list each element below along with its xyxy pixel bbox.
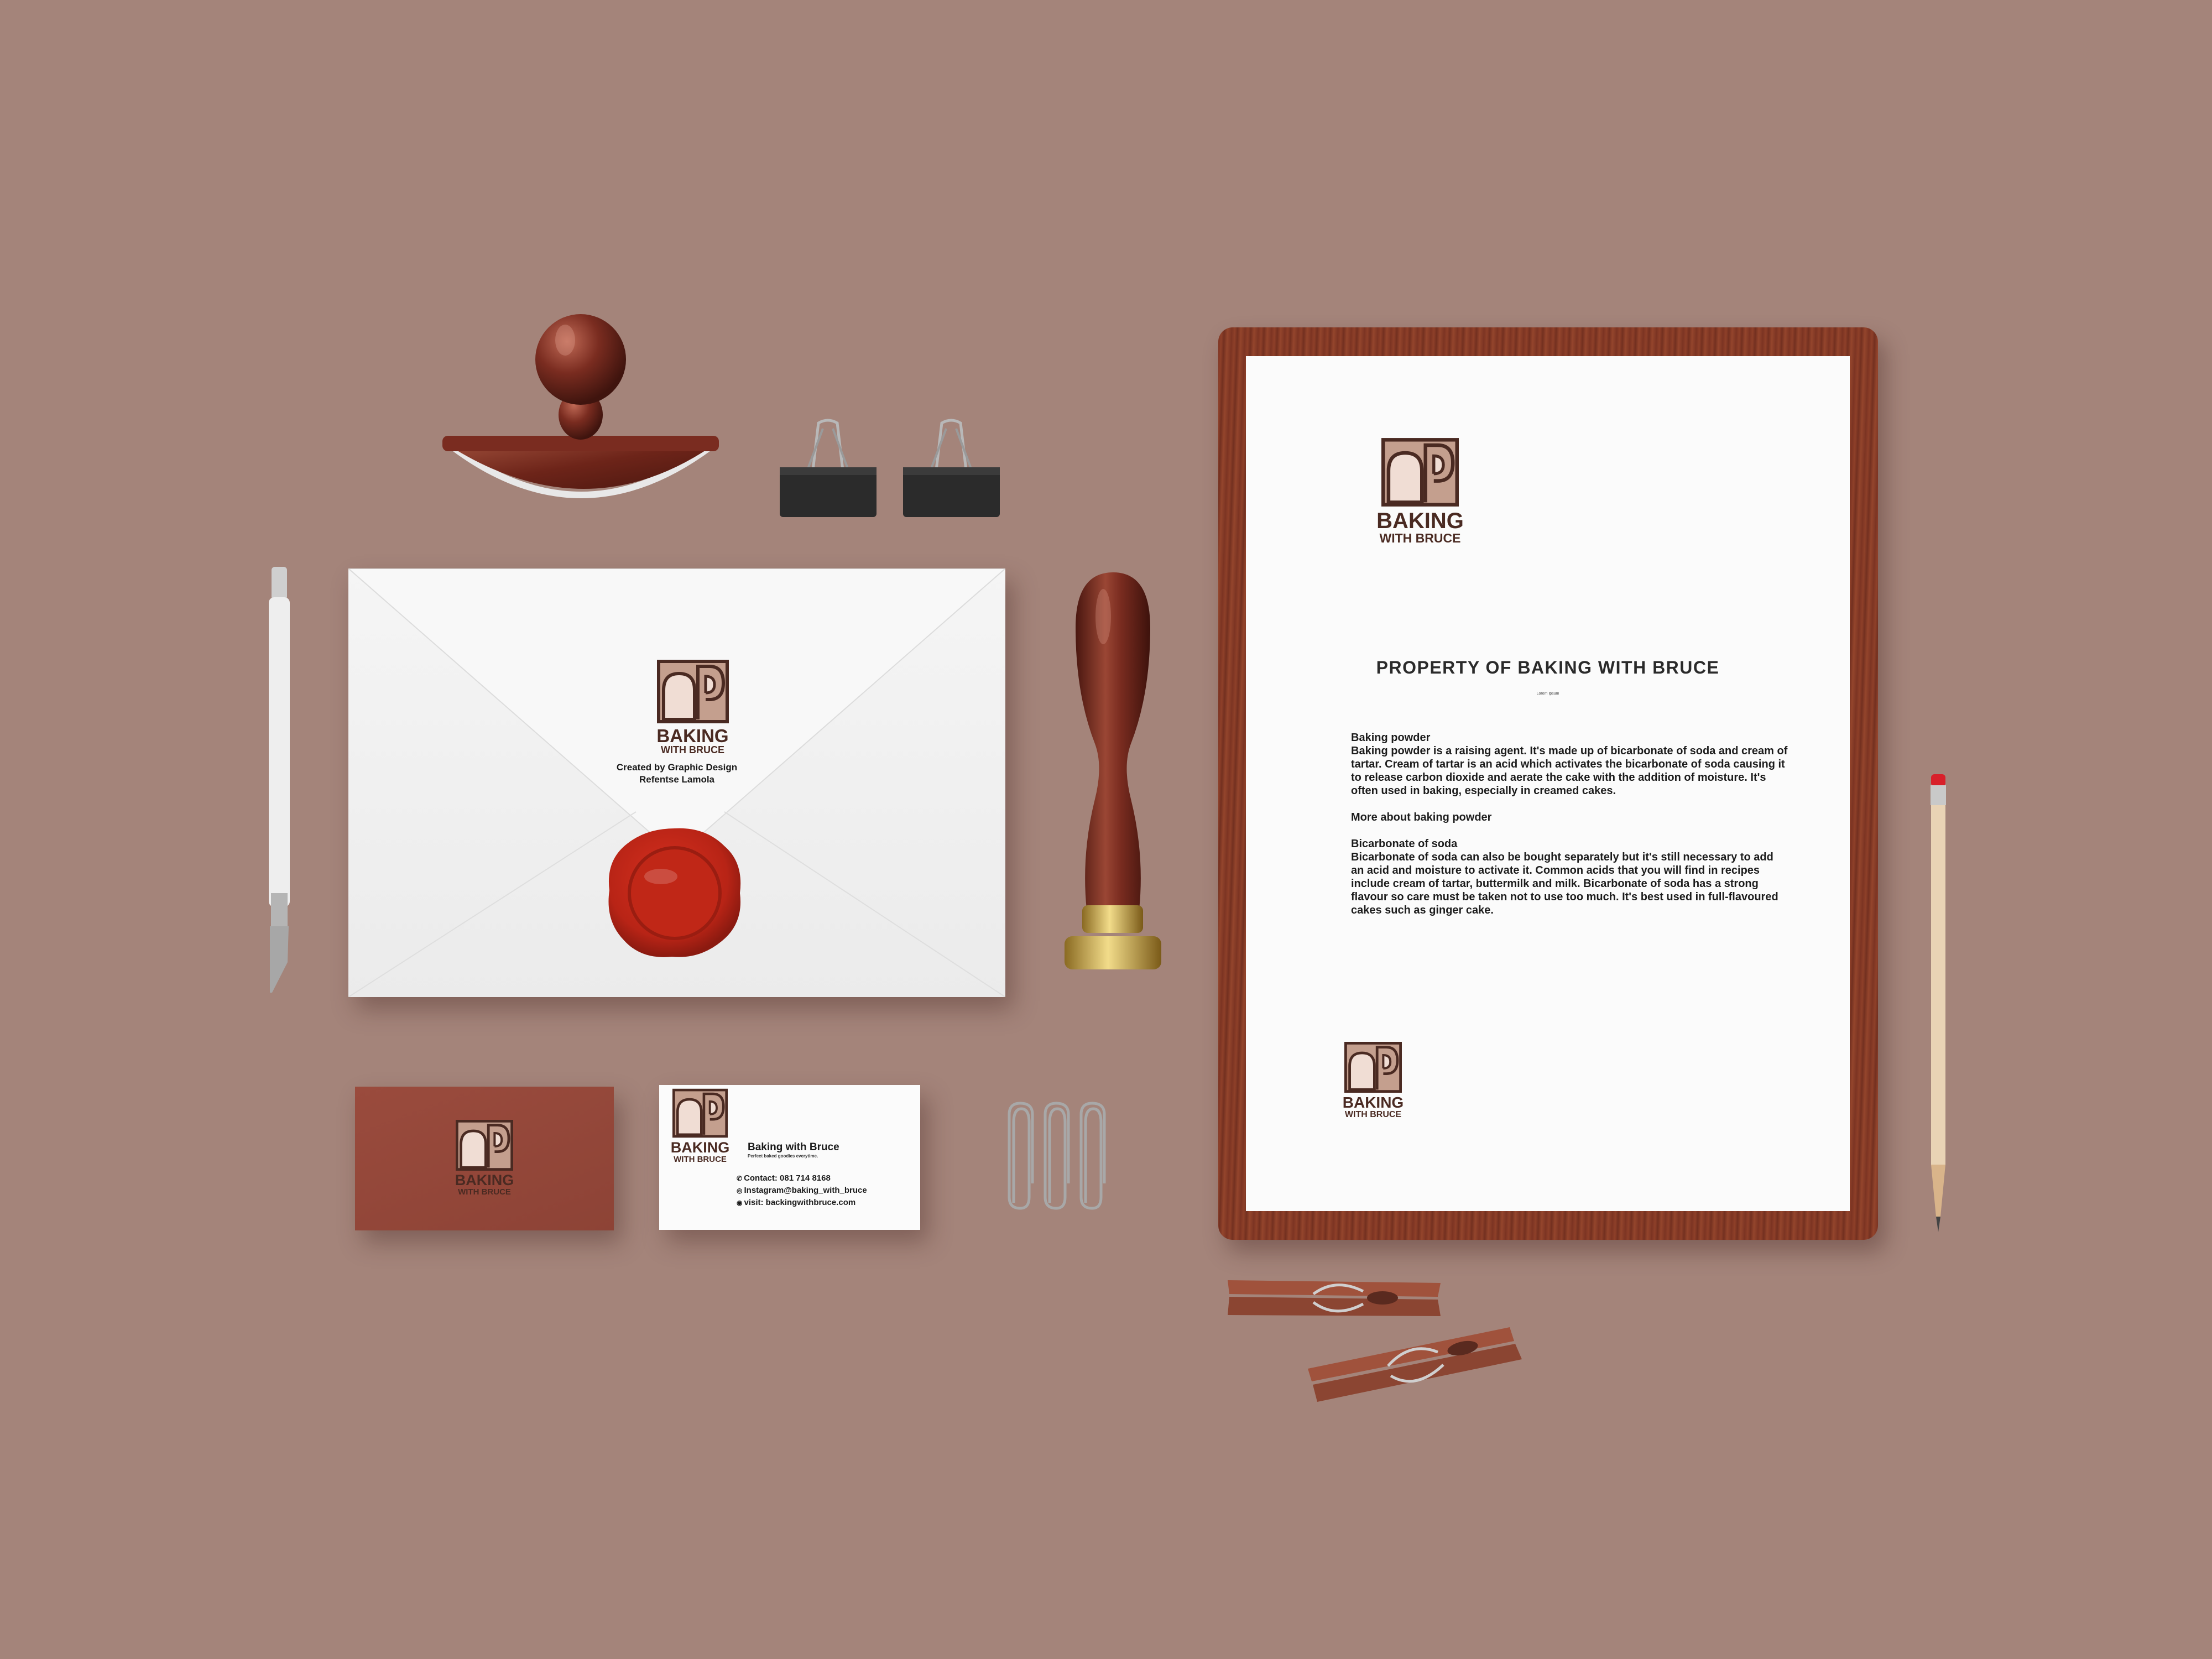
section-heading: More about baking powder (1351, 811, 1492, 823)
bread-arch-logo-icon (456, 1120, 513, 1171)
card-tagline: Perfect baked goodies everytime. (748, 1154, 818, 1159)
card-contact: Contact: 081 714 8168 (744, 1173, 831, 1183)
letter-body: Baking powder Baking powder is a raising… (1351, 731, 1788, 930)
brand-name-line2: WITH BRUCE (661, 744, 724, 755)
brand-logo: BAKING WITH BRUCE (667, 1088, 733, 1164)
brand-name-line1: BAKING (656, 726, 729, 746)
letterhead-sheet: BAKING WITH BRUCE PROPERTY OF BAKING WIT… (1246, 356, 1850, 1211)
binder-clip (903, 418, 1000, 520)
bread-arch-logo-icon (672, 1088, 728, 1138)
letter-title: PROPERTY OF BAKING WITH BRUCE (1376, 658, 1720, 677)
wax-seal (603, 824, 747, 962)
business-card-front: BAKING WITH BRUCE Baking with Bruce Perf… (659, 1085, 920, 1230)
instagram-icon: ◎ (737, 1187, 743, 1194)
clothespin (1305, 1316, 1526, 1416)
business-card-back: BAKING WITH BRUCE (355, 1087, 614, 1230)
card-website: visit: backingwithbruce.com (744, 1198, 856, 1207)
card-contact-row: ✆ Contact: 081 714 8168 (737, 1173, 831, 1183)
brand-name-line1: BAKING (455, 1172, 514, 1188)
brand-name-line1: BAKING (670, 1139, 730, 1156)
brand-name-line1: BAKING (1342, 1094, 1404, 1111)
section-paragraph: Bicarbonate of soda can also be bought s… (1351, 851, 1778, 916)
paperclip (1004, 1100, 1036, 1211)
section-heading: Bicarbonate of soda (1351, 838, 1458, 850)
brand-name-line2: WITH BRUCE (1344, 1110, 1402, 1119)
tall-wax-stamp (1048, 567, 1178, 998)
envelope-credit-line1: Created by Graphic Design (616, 762, 738, 773)
brand-name-line2: WITH BRUCE (458, 1187, 511, 1197)
binder-clip (780, 418, 877, 520)
bread-arch-logo-icon (1344, 1042, 1402, 1093)
rocker-stamp (437, 304, 724, 536)
brand-logo: BAKING WITH BRUCE (1362, 438, 1478, 545)
globe-icon: ◉ (737, 1199, 743, 1207)
clipboard: BAKING WITH BRUCE PROPERTY OF BAKING WIT… (1218, 327, 1878, 1240)
section-heading: Baking powder (1351, 732, 1431, 744)
bread-arch-logo-icon (1381, 438, 1459, 507)
card-business-name: Baking with Bruce (748, 1141, 839, 1153)
brand-name-line2: WITH BRUCE (1379, 531, 1461, 545)
card-instagram: Instagram@baking_with_bruce (744, 1186, 867, 1195)
card-instagram-row: ◎ Instagram@baking_with_bruce (737, 1186, 867, 1195)
craft-knife (260, 567, 299, 998)
letter-subtitle: Lorem Ipsum (1536, 692, 1559, 696)
brand-name-line2: WITH BRUCE (674, 1155, 727, 1164)
paperclip (1040, 1100, 1072, 1211)
envelope-credit-line2: Refentse Lamola (639, 774, 715, 785)
phone-icon: ✆ (737, 1175, 743, 1182)
brand-name-line1: BAKING (1376, 509, 1464, 533)
brand-logo-footer: BAKING WITH BRUCE (1340, 1042, 1406, 1119)
paperclip (1076, 1100, 1108, 1211)
brand-logo: BAKING WITH BRUCE (446, 1120, 523, 1196)
section-paragraph: Baking powder is a raising agent. It's m… (1351, 745, 1788, 797)
pencil (1924, 774, 1952, 1233)
brand-logo: BAKING WITH BRUCE (647, 660, 738, 755)
card-website-row: ◉ visit: backingwithbruce.com (737, 1198, 855, 1207)
bread-arch-logo-icon (656, 660, 729, 723)
